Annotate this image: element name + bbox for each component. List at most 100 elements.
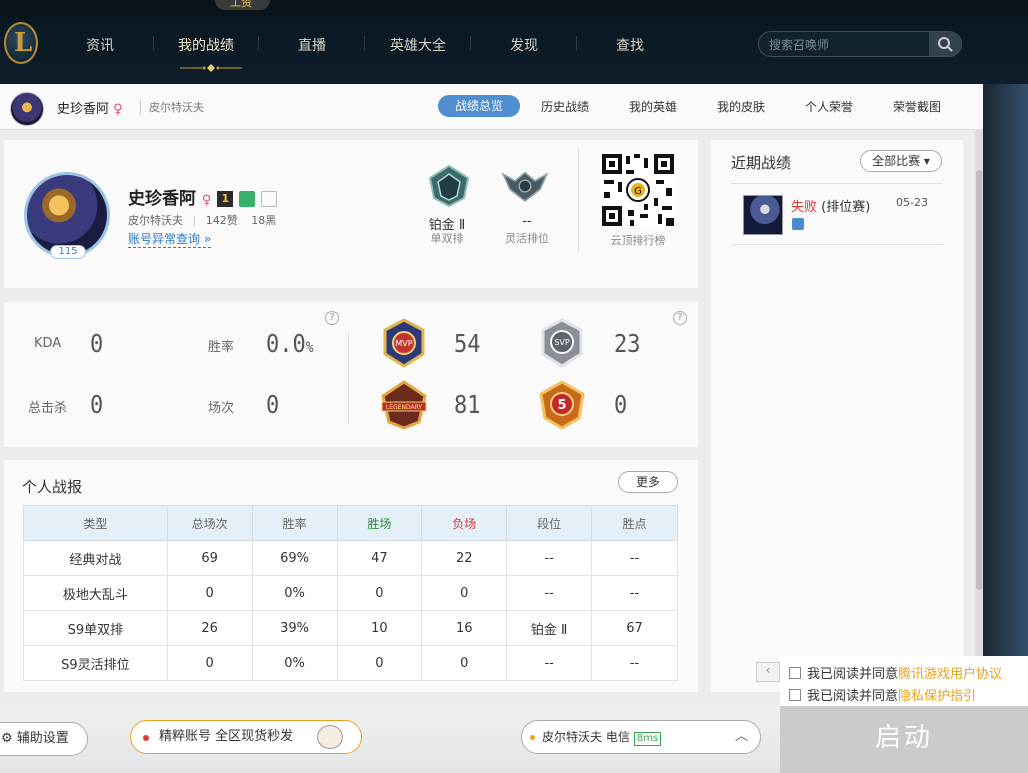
launch-button[interactable]: 启动 <box>780 706 1028 773</box>
terms-checkbox[interactable] <box>789 667 801 679</box>
status-dot-icon <box>530 735 535 740</box>
pentakill-count: 0 <box>614 391 628 420</box>
qr-label: 云顶排行榜 <box>610 234 666 247</box>
profile-card: 115 史珍香阿 ♀ 1 皮尔特沃夫 | 142赞 18黑 账号异常查询 » 铂… <box>4 140 698 288</box>
table-cell: 26 <box>166 610 253 646</box>
flex-rank-sub: 灵活排位 <box>505 232 549 245</box>
agreement-panel: 我已阅读并同意腾讯游戏用户协议 我已阅读并同意隐私保护指引 <box>780 656 1028 708</box>
table-row: S9单双排 26 39% 10 16 铂金 Ⅱ 67 <box>23 610 678 646</box>
table-cell: 0 <box>166 575 253 611</box>
pentakill-medal-text: 5 <box>557 398 566 413</box>
table-cell: 47 <box>336 540 423 576</box>
nav-item-search[interactable]: 查找 <box>595 35 665 55</box>
nav-item-news[interactable]: 资讯 <box>65 35 135 55</box>
table-cell: 67 <box>591 610 678 646</box>
agreement-privacy[interactable]: 我已阅读并同意隐私保护指引 <box>789 685 976 704</box>
promo-banner[interactable]: 精粹账号 全区现货秒发 <box>130 720 362 754</box>
trophy-icon[interactable] <box>261 191 278 207</box>
nav-divider <box>258 36 259 50</box>
mvp-medal-text: MVP <box>395 339 412 348</box>
qr-code-icon[interactable]: G <box>600 152 676 228</box>
logo-letter-icon: L <box>14 28 33 58</box>
agreement-terms[interactable]: 我已阅读并同意腾讯游戏用户协议 <box>789 663 1002 682</box>
divider <box>731 244 943 245</box>
pentakill-medal-icon: 5 <box>539 380 585 430</box>
tab-honors[interactable]: 个人荣誉 <box>805 98 853 115</box>
summoner-search-input[interactable] <box>769 36 929 54</box>
nav-item-heroes[interactable]: 英雄大全 <box>383 35 453 55</box>
table-row: 极地大乱斗 0 0% 0 0 -- -- <box>23 575 678 611</box>
tab-honor-screenshots[interactable]: 荣誉截图 <box>893 98 941 115</box>
top-badge[interactable]: 工资 <box>215 0 270 10</box>
solo-rank-sub: 单双排 <box>430 232 464 245</box>
match-result: 失败 (排位赛) <box>791 200 871 215</box>
copy-icon[interactable] <box>239 191 256 207</box>
lol-logo[interactable]: L <box>4 22 38 64</box>
bottom-bar: ⚙ 辅助设置 精粹账号 全区现货秒发 皮尔特沃夫 电信 8ms ︿ 启动 <box>0 706 1028 773</box>
scrollbar-thumb[interactable] <box>976 170 982 590</box>
privacy-checkbox[interactable] <box>789 689 801 701</box>
server-selector[interactable]: 皮尔特沃夫 电信 8ms ︿ <box>521 720 761 754</box>
subbar-player-name: 史珍香阿 ♀ <box>57 102 123 117</box>
table-cell: 16 <box>421 610 508 646</box>
table-header-row: 类型 总场次 胜率 胜场 负场 段位 胜点 <box>23 505 678 541</box>
table-cell: 0% <box>251 645 338 681</box>
female-icon: ♀ <box>201 193 212 208</box>
terms-link[interactable]: 腾讯游戏用户协议 <box>898 667 1002 682</box>
nav-divider <box>364 36 365 50</box>
mvp-count: 54 <box>454 330 481 359</box>
table-cell: S9单双排 <box>23 610 168 646</box>
tab-my-skins[interactable]: 我的皮肤 <box>717 98 765 115</box>
flex-rank-name: -- <box>522 214 532 229</box>
search-button[interactable] <box>929 32 961 56</box>
assist-settings-button[interactable]: ⚙ 辅助设置 <box>0 722 88 756</box>
nav-item-discover[interactable]: 发现 <box>489 35 559 55</box>
chevron-left-icon[interactable]: ‹ <box>756 662 780 682</box>
help-icon[interactable]: ? <box>325 311 339 325</box>
kills-value: 0 <box>90 391 104 420</box>
table-cell: 经典对战 <box>23 540 168 576</box>
server-name: 皮尔特沃夫 电信 <box>542 730 630 744</box>
mascot-icon <box>317 725 343 749</box>
table-cell: 铂金 Ⅱ <box>506 610 593 646</box>
account-anomaly-link[interactable]: 账号异常查询 » <box>128 230 212 248</box>
nav-divider <box>576 36 577 50</box>
privacy-link[interactable]: 隐私保护指引 <box>898 689 976 704</box>
tab-overview[interactable]: 战绩总览 <box>438 95 520 117</box>
tab-my-heroes[interactable]: 我的英雄 <box>629 98 677 115</box>
table-cell: 0 <box>336 575 423 611</box>
svp-count: 23 <box>614 330 641 359</box>
red-dot-icon <box>143 735 149 741</box>
record-page: 史珍香阿 ♀ 皮尔特沃夫 战绩总览 历史战绩 我的英雄 我的皮肤 个人荣誉 荣誉… <box>0 84 983 706</box>
recent-title: 近期战绩 <box>731 154 792 172</box>
female-icon: ♀ <box>113 102 123 117</box>
winrate-value: 0.0% <box>266 330 314 359</box>
platinum-emblem-icon <box>428 164 470 208</box>
nav-item-live[interactable]: 直播 <box>277 35 347 55</box>
top-nav-bar: 工资 L 资讯 我的战绩 直播 英雄大全 发现 查找 <box>0 0 1028 84</box>
tab-history[interactable]: 历史战绩 <box>541 98 589 115</box>
table-cell: 0 <box>421 575 508 611</box>
table-cell: 0% <box>251 575 338 611</box>
gear-icon: ⚙ <box>1 731 13 746</box>
column-header: 类型 <box>23 505 168 541</box>
window-top-strip <box>0 0 1028 18</box>
help-icon[interactable]: ? <box>673 311 687 325</box>
summoner-search[interactable] <box>758 31 962 57</box>
profile-server: 皮尔特沃夫 <box>128 214 183 227</box>
more-button[interactable]: 更多 <box>618 471 678 493</box>
active-nav-indicator-icon <box>180 64 242 72</box>
report-title: 个人战报 <box>22 478 83 496</box>
image-icon[interactable] <box>792 218 804 230</box>
match-filter-dropdown[interactable]: 全部比赛 ▾ <box>860 150 942 172</box>
column-header: 胜率 <box>251 505 338 541</box>
games-label: 场次 <box>208 401 235 416</box>
table-cell: 69% <box>251 540 338 576</box>
avatar[interactable] <box>10 92 44 126</box>
nav-item-my-record[interactable]: 我的战绩 <box>171 35 241 55</box>
table-cell: -- <box>591 540 678 576</box>
nav-divider <box>153 36 154 50</box>
page-scrollbar[interactable] <box>975 130 983 702</box>
mvp-medal-icon: MVP <box>383 318 425 368</box>
table-cell: 10 <box>336 610 423 646</box>
